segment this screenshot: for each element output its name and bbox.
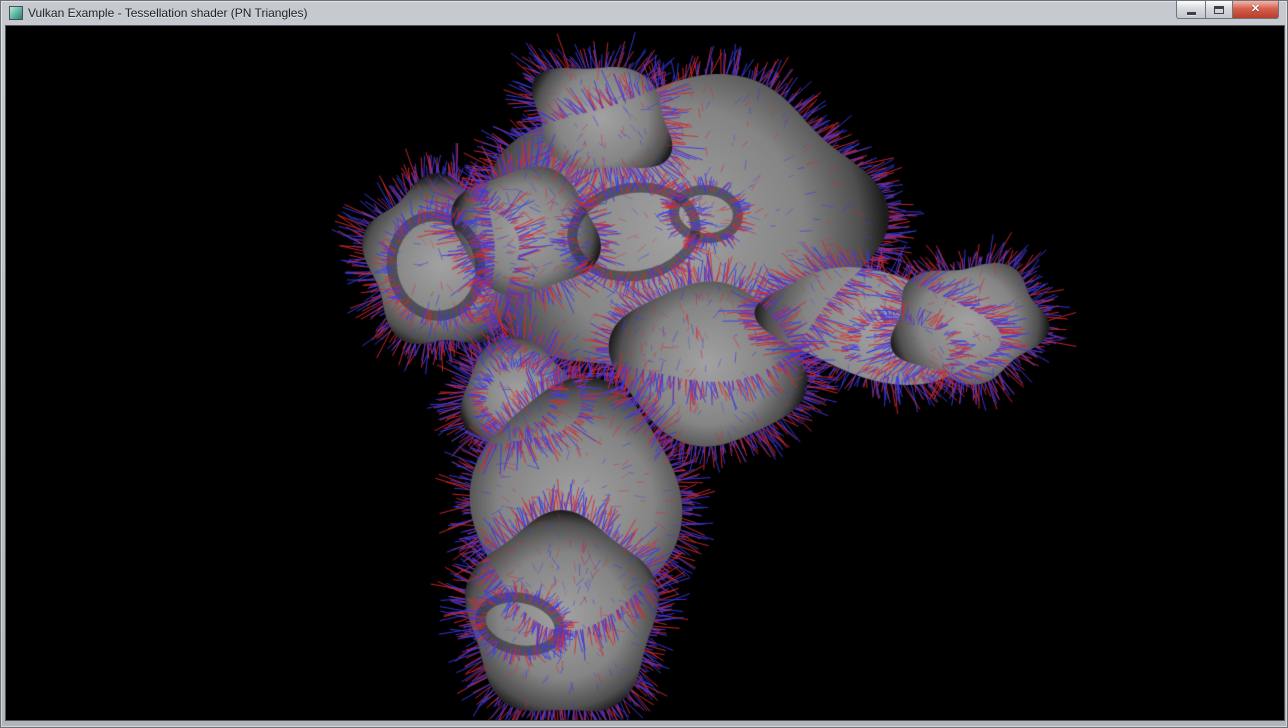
minimize-button[interactable] <box>1176 1 1205 19</box>
tessellation-render-canvas[interactable] <box>6 26 1284 720</box>
minimize-icon <box>1187 12 1196 15</box>
maximize-icon <box>1214 6 1224 14</box>
window-title: Vulkan Example - Tessellation shader (PN… <box>28 6 307 20</box>
window-controls: ✕ <box>1176 1 1279 19</box>
maximize-button[interactable] <box>1205 1 1233 19</box>
title-bar[interactable]: Vulkan Example - Tessellation shader (PN… <box>5 1 1283 25</box>
close-icon: ✕ <box>1251 4 1260 15</box>
app-window: Vulkan Example - Tessellation shader (PN… <box>0 0 1288 728</box>
close-button[interactable]: ✕ <box>1233 1 1279 19</box>
render-viewport[interactable] <box>5 25 1285 721</box>
app-icon <box>9 6 23 20</box>
